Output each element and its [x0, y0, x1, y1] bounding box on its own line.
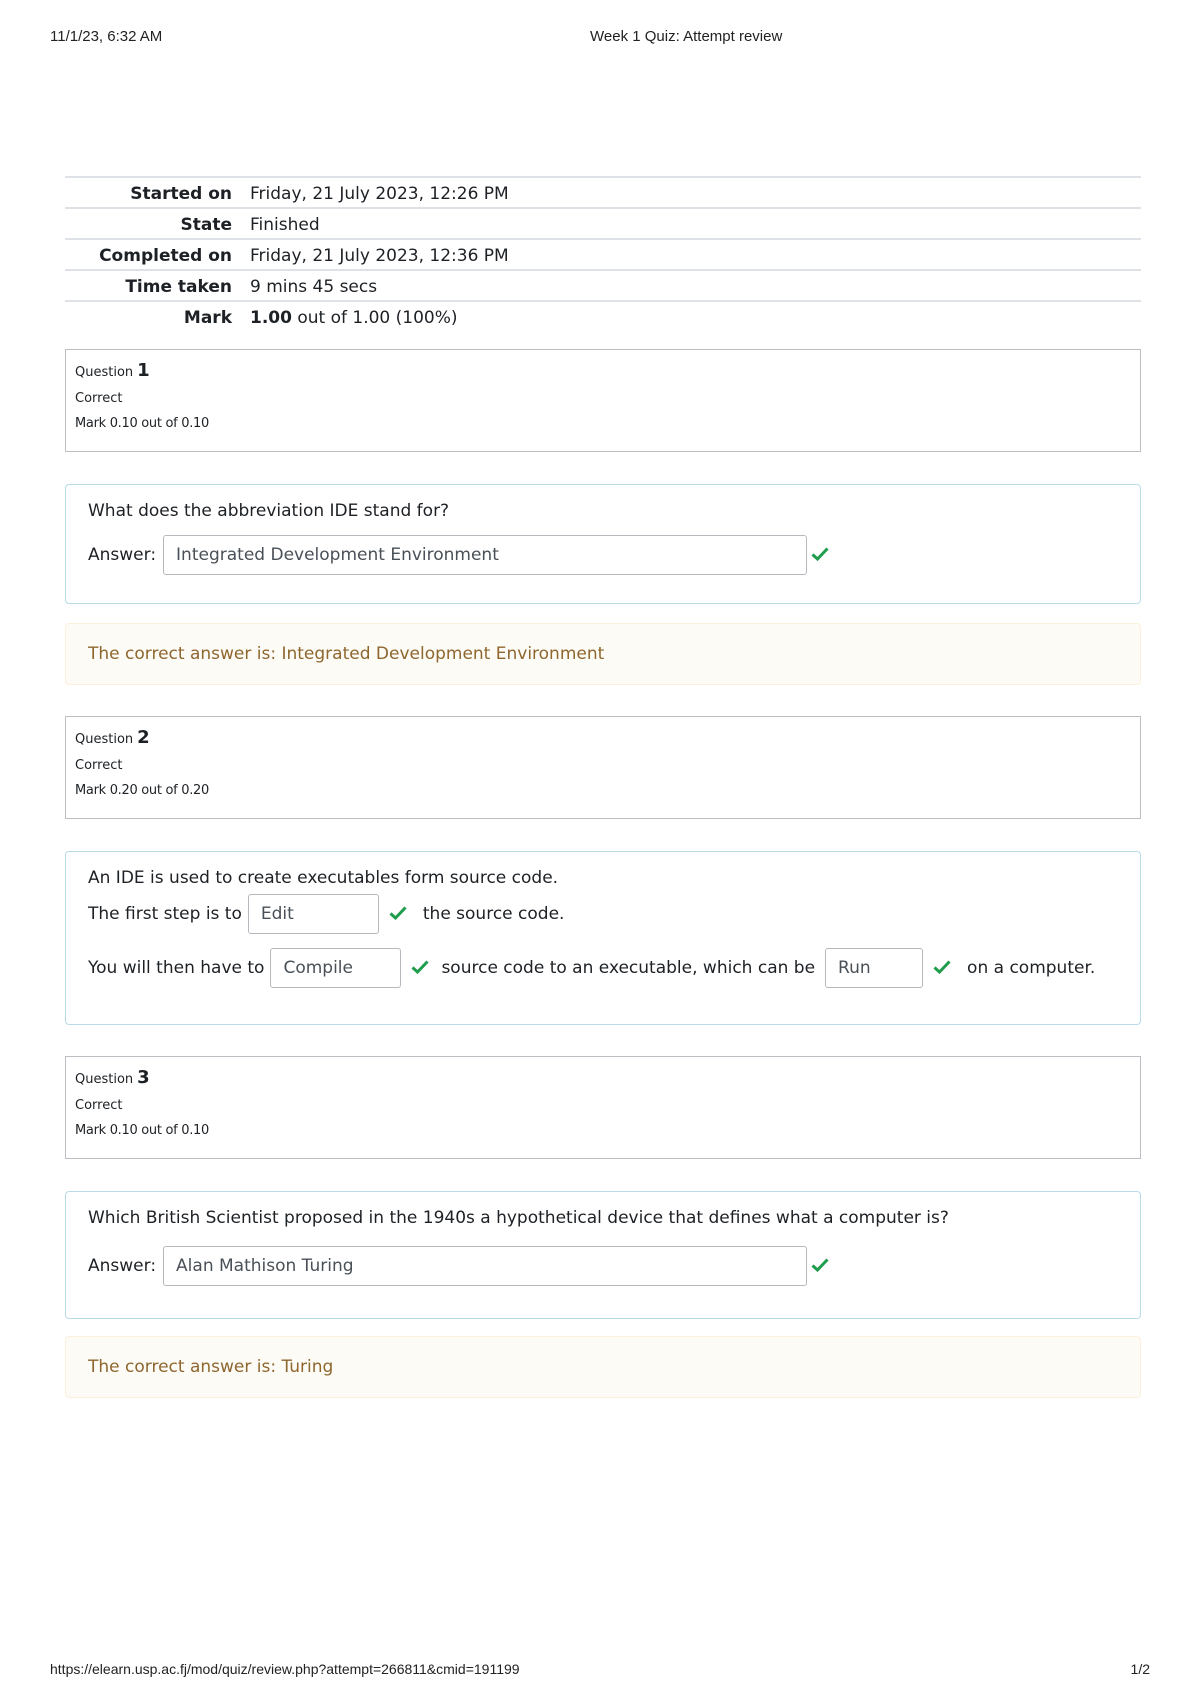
- answer-field[interactable]: Integrated Development Environment: [163, 535, 808, 575]
- cloze-answer-field[interactable]: Edit: [247, 894, 379, 934]
- print-datetime: 11/1/23, 6:32 AM: [50, 28, 163, 45]
- question-state: Correct: [75, 391, 123, 406]
- print-url: https://elearn.usp.ac.fj/mod/quiz/review…: [50, 1661, 520, 1677]
- question-number-value: 2: [137, 727, 150, 748]
- question-info: Question 1 Correct Mark 0.10 out of 0.10: [65, 349, 1141, 452]
- summary-label: Completed on: [99, 245, 232, 266]
- question-feedback: The correct answer is: Turing: [65, 1336, 1141, 1398]
- summary-label: Started on: [130, 183, 232, 204]
- print-footer: https://elearn.usp.ac.fj/mod/quiz/review…: [50, 1661, 1150, 1683]
- summary-label: Mark: [183, 307, 232, 328]
- question-text: Which British Scientist proposed in the …: [88, 1208, 949, 1228]
- question-text: What does the abbreviation IDE stand for…: [88, 501, 450, 521]
- question-label: Question: [75, 365, 134, 380]
- question-info: Question 3 Correct Mark 0.10 out of 0.10: [65, 1056, 1141, 1159]
- question-grade: Mark 0.20 out of 0.20: [75, 783, 209, 798]
- summary-value: Friday, 21 July 2023, 12:26 PM: [250, 183, 509, 204]
- correct-check-icon: [933, 960, 953, 976]
- correct-check-icon: [811, 547, 831, 563]
- summary-label: Time taken: [125, 276, 232, 297]
- mark-out-of: out of 1.00 (100%): [291, 307, 458, 328]
- question-formulation: What does the abbreviation IDE stand for…: [65, 484, 1141, 604]
- correct-check-icon: [411, 960, 431, 976]
- question-feedback: The correct answer is: Integrated Develo…: [65, 623, 1141, 685]
- summary-value: 9 mins 45 secs: [250, 276, 378, 297]
- cloze-answer-field[interactable]: Compile: [270, 948, 402, 988]
- question-label: Question: [75, 732, 134, 747]
- summary-row-completed: Completed on Friday, 21 July 2023, 12:36…: [65, 239, 1141, 270]
- question-number: Question 2: [75, 727, 1131, 748]
- summary-row-mark: Mark 1.00 out of 1.00 (100%): [65, 301, 1141, 331]
- question-state: Correct: [75, 1098, 123, 1113]
- correct-check-icon: [389, 906, 409, 922]
- attempt-summary-table: Started on Friday, 21 July 2023, 12:26 P…: [65, 176, 1141, 331]
- quiz-review: Started on Friday, 21 July 2023, 12:26 P…: [65, 176, 1141, 1398]
- question-number-value: 1: [137, 360, 150, 381]
- question-state: Correct: [75, 758, 123, 773]
- summary-row-started: Started on Friday, 21 July 2023, 12:26 P…: [65, 177, 1141, 208]
- question-number: Question 1: [75, 360, 1131, 381]
- question-grade: Mark 0.10 out of 0.10: [75, 1123, 209, 1138]
- question-number: Question 3: [75, 1067, 1131, 1088]
- answer-row: Answer: Alan Mathison Turing: [88, 1246, 1118, 1286]
- print-title: Week 1 Quiz: Attempt review: [590, 28, 783, 45]
- summary-value: Friday, 21 July 2023, 12:36 PM: [250, 245, 509, 266]
- answer-field[interactable]: Alan Mathison Turing: [163, 1246, 808, 1286]
- cloze-text: You will then have to: [88, 958, 265, 978]
- cloze-line-2: You will then have to Compile source cod…: [88, 948, 1118, 988]
- summary-row-time-taken: Time taken 9 mins 45 secs: [65, 270, 1141, 301]
- summary-row-state: State Finished: [65, 208, 1141, 239]
- summary-value: 1.00 out of 1.00 (100%): [250, 301, 1141, 331]
- question-grade: Mark 0.10 out of 0.10: [75, 416, 209, 431]
- mark-score: 1.00: [250, 307, 292, 328]
- cloze-answer-field[interactable]: Run: [825, 948, 924, 988]
- cloze-text: source code to an executable, which can …: [441, 958, 816, 978]
- summary-label: State: [180, 214, 233, 235]
- question-formulation: An IDE is used to create executables for…: [65, 851, 1141, 1025]
- answer-label: Answer:: [88, 1256, 157, 1276]
- print-header: 11/1/23, 6:32 AM Week 1 Quiz: Attempt re…: [50, 28, 1150, 50]
- cloze-text: the source code.: [422, 904, 565, 924]
- question-label: Question: [75, 1072, 134, 1087]
- answer-label: Answer:: [88, 545, 157, 565]
- question-text: An IDE is used to create executables for…: [88, 868, 559, 888]
- question-number-value: 3: [137, 1067, 150, 1088]
- answer-row: Answer: Integrated Development Environme…: [88, 535, 1118, 575]
- cloze-text: on a computer.: [967, 958, 1096, 978]
- question-info: Question 2 Correct Mark 0.20 out of 0.20: [65, 716, 1141, 819]
- cloze-text: The first step is to: [88, 904, 242, 924]
- correct-check-icon: [811, 1258, 831, 1274]
- question-formulation: Which British Scientist proposed in the …: [65, 1191, 1141, 1319]
- summary-value: Finished: [250, 214, 320, 235]
- page-number: 1/2: [1130, 1661, 1150, 1677]
- cloze-line-1: The first step is to Edit the source cod…: [88, 894, 1118, 934]
